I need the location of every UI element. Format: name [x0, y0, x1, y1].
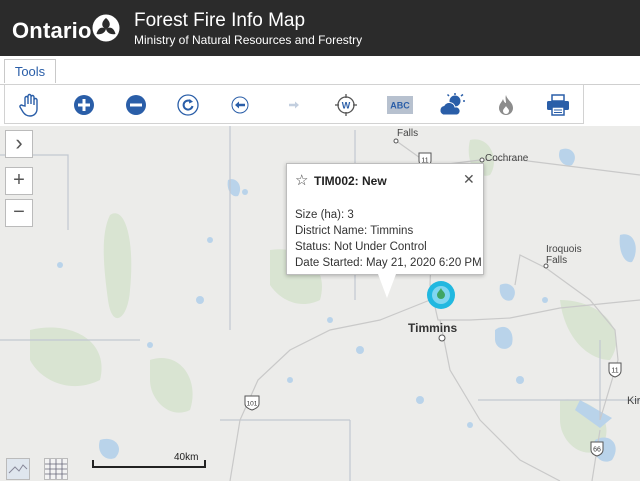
- scale-bar: 40km: [92, 452, 206, 468]
- highway-shield: 66: [590, 441, 604, 459]
- trillium-logo-icon: [92, 14, 120, 42]
- full-extent-text: W: [342, 101, 351, 111]
- next-extent-icon[interactable]: [281, 92, 307, 118]
- place-label: Falls: [397, 128, 419, 139]
- grid-overlay-icon[interactable]: [44, 458, 68, 480]
- scale-label: 40km: [174, 452, 199, 463]
- map-zoom-out-button[interactable]: −: [5, 199, 33, 227]
- fire-info-popup: ☆ TIM002: New ✕ Size (ha): 3 District Na…: [286, 163, 484, 275]
- app-subtitle: Ministry of Natural Resources and Forest…: [134, 33, 363, 47]
- previous-extent-icon[interactable]: [227, 92, 253, 118]
- zoom-in-icon[interactable]: [71, 92, 97, 118]
- place-label: Cochrane: [485, 153, 529, 164]
- labels-icon[interactable]: ABC: [385, 92, 415, 118]
- fire-marker-icon[interactable]: [425, 279, 457, 311]
- map-zoom-in-button[interactable]: +: [5, 167, 33, 195]
- refresh-icon[interactable]: [175, 92, 201, 118]
- app-title: Forest Fire Info Map: [134, 10, 306, 31]
- place-label: Falls: [546, 255, 568, 266]
- tab-tools[interactable]: Tools: [4, 59, 56, 83]
- map-toolbar: W ABC: [4, 84, 584, 124]
- fire-icon[interactable]: [493, 92, 519, 118]
- place-label-timmins: Timmins: [408, 321, 458, 335]
- tab-bar: Tools: [0, 56, 640, 85]
- town-dot: [543, 263, 549, 269]
- svg-text:101: 101: [247, 401, 258, 408]
- town-dot: [438, 334, 446, 342]
- weather-icon[interactable]: [439, 92, 465, 118]
- expand-panel-button[interactable]: ›: [5, 130, 33, 158]
- basemap-thumbnail-icon[interactable]: [6, 458, 30, 480]
- labels-text: ABC: [390, 101, 410, 111]
- ontario-wordmark: Ontario: [12, 18, 92, 43]
- full-extent-icon[interactable]: W: [333, 92, 359, 118]
- town-dot: [393, 138, 399, 144]
- popup-title: TIM002: New: [314, 174, 387, 188]
- svg-text:66: 66: [593, 447, 601, 454]
- place-label: Kir: [627, 395, 640, 407]
- place-label: Iroquois: [546, 244, 582, 255]
- popup-field-district: District Name: Timmins: [295, 225, 414, 237]
- close-icon[interactable]: ✕: [463, 171, 475, 188]
- app-header: Ontario Forest Fire Info Map Ministry of…: [0, 0, 640, 56]
- zoom-out-icon[interactable]: [123, 92, 149, 118]
- pan-hand-icon[interactable]: [17, 92, 43, 118]
- popup-field-size: Size (ha): 3: [295, 209, 354, 221]
- highway-shield: 101: [244, 395, 260, 413]
- print-icon[interactable]: [545, 92, 571, 118]
- svg-text:11: 11: [611, 368, 618, 375]
- star-icon[interactable]: ☆: [295, 171, 308, 189]
- highway-shield: 11: [608, 362, 622, 380]
- popup-field-status: Status: Not Under Control: [295, 241, 427, 253]
- popup-pointer: [378, 274, 396, 298]
- popup-field-date-started: Date Started: May 21, 2020 6:20 PM: [295, 257, 482, 269]
